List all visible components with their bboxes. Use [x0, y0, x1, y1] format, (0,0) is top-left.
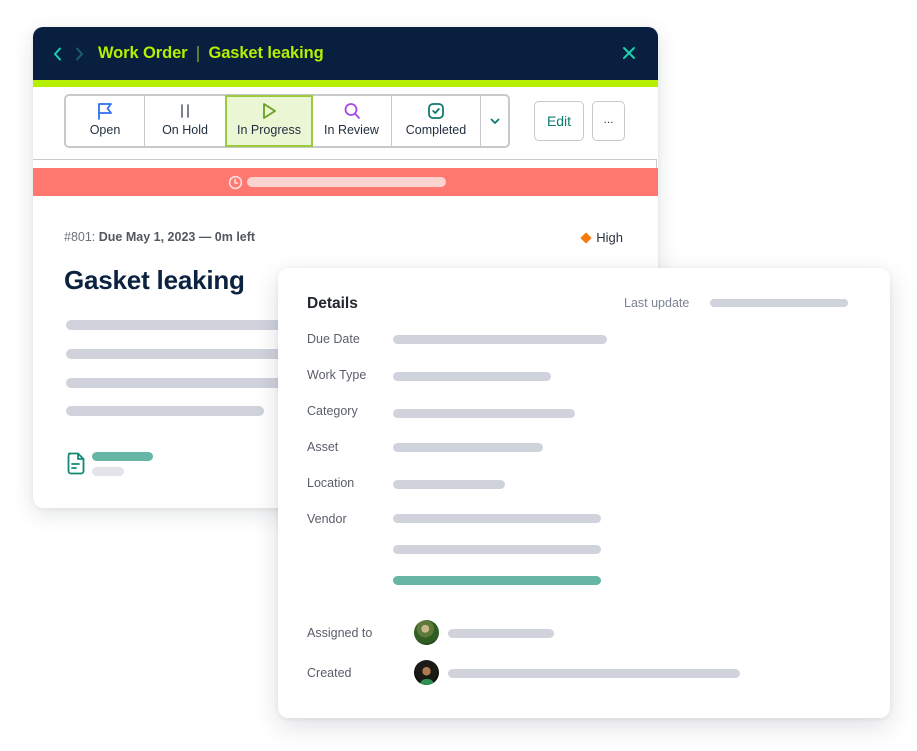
status-in-review-label: In Review — [324, 123, 379, 137]
work-order-title: Gasket leaking — [64, 265, 245, 295]
work-type-label: Work Type — [307, 368, 367, 382]
due-date-value-placeholder — [393, 335, 607, 344]
status-in-progress-label: In Progress — [237, 123, 301, 137]
breadcrumb-title: Gasket leaking — [208, 44, 324, 62]
work-order-meta: #801: Due May 1, 2023 — 0m left — [64, 230, 255, 244]
description-line — [66, 320, 296, 330]
close-icon — [623, 47, 635, 59]
assignee-name-placeholder[interactable] — [448, 629, 554, 638]
status-open-label: Open — [89, 123, 121, 137]
back-button[interactable] — [50, 44, 64, 64]
description-line — [66, 378, 296, 388]
attachment-size-placeholder — [92, 467, 124, 476]
chevron-left-icon — [53, 47, 61, 60]
close-button[interactable] — [622, 46, 636, 60]
forward-button[interactable] — [72, 44, 86, 64]
priority-badge: High — [580, 230, 623, 245]
check-square-icon-wrap — [427, 102, 445, 120]
search-icon — [344, 103, 360, 119]
creator-avatar[interactable] — [414, 660, 439, 685]
timer-text-placeholder — [246, 177, 446, 187]
status-completed-button[interactable]: Completed — [392, 96, 481, 146]
status-on-hold-label: On Hold — [162, 123, 208, 137]
play-icon — [263, 103, 276, 119]
assignee-avatar[interactable] — [414, 620, 439, 645]
pause-icon-wrap — [178, 102, 192, 120]
more-options-button[interactable]: ... — [592, 101, 625, 141]
work-order-id: #801: — [64, 230, 96, 244]
due-date-label: Due Date — [307, 332, 360, 346]
toolbar-divider — [33, 159, 657, 160]
status-completed-label: Completed — [405, 123, 467, 137]
search-icon-wrap — [343, 102, 361, 120]
play-icon-wrap — [261, 102, 277, 120]
chevron-right-icon — [75, 47, 83, 60]
assigned-to-label: Assigned to — [307, 626, 373, 640]
flag-icon — [98, 103, 112, 120]
priority-label: High — [596, 230, 623, 245]
toolbar-divider-edge — [656, 159, 657, 168]
asset-value-placeholder — [393, 443, 543, 452]
breadcrumb-separator — [197, 45, 200, 62]
location-value-placeholder — [393, 480, 505, 489]
vendor-label: Vendor — [307, 512, 347, 526]
chevron-down-icon — [490, 118, 499, 124]
edit-button[interactable]: Edit — [534, 101, 584, 141]
description-line — [66, 349, 296, 359]
status-in-review-button[interactable]: In Review — [312, 96, 392, 146]
status-more-button[interactable] — [481, 96, 508, 146]
details-title: Details — [307, 295, 358, 312]
description-line — [66, 406, 264, 416]
work-type-value-placeholder — [393, 372, 551, 381]
category-value-placeholder — [393, 409, 575, 418]
status-in-progress-button[interactable]: In Progress — [225, 95, 313, 147]
creator-name-placeholder — [448, 669, 740, 678]
status-button-group: Open On Hold In Progress In Review Compl… — [64, 94, 510, 148]
clock-icon — [228, 175, 242, 189]
asset-label: Asset — [307, 440, 339, 454]
document-icon[interactable] — [66, 451, 86, 475]
breadcrumb-section[interactable]: Work Order — [98, 44, 188, 63]
check-square-icon — [428, 103, 444, 119]
pause-icon — [181, 104, 189, 118]
location-label: Location — [307, 476, 355, 490]
work-order-header: Work Order Gasket leaking — [33, 27, 658, 80]
due-timer-bar — [33, 168, 658, 196]
vendor-link-placeholder[interactable] — [393, 576, 601, 585]
details-card: Details Last update Due Date Work Type C… — [278, 268, 890, 718]
status-on-hold-button[interactable]: On Hold — [145, 96, 226, 146]
header-accent-bar — [33, 80, 658, 87]
vendor-value-placeholder — [393, 514, 601, 523]
last-update-label: Last update — [624, 296, 690, 310]
attachment-name-placeholder[interactable] — [92, 452, 153, 461]
flag-icon-wrap — [97, 102, 113, 120]
vendor-value-placeholder — [393, 545, 601, 554]
due-date-text: Due May 1, 2023 — 0m left — [98, 230, 256, 244]
last-update-value-placeholder — [710, 299, 848, 307]
priority-diamond-icon — [580, 231, 592, 244]
created-label: Created — [307, 666, 352, 680]
category-label: Category — [307, 404, 358, 418]
status-open-button[interactable]: Open — [66, 96, 145, 146]
